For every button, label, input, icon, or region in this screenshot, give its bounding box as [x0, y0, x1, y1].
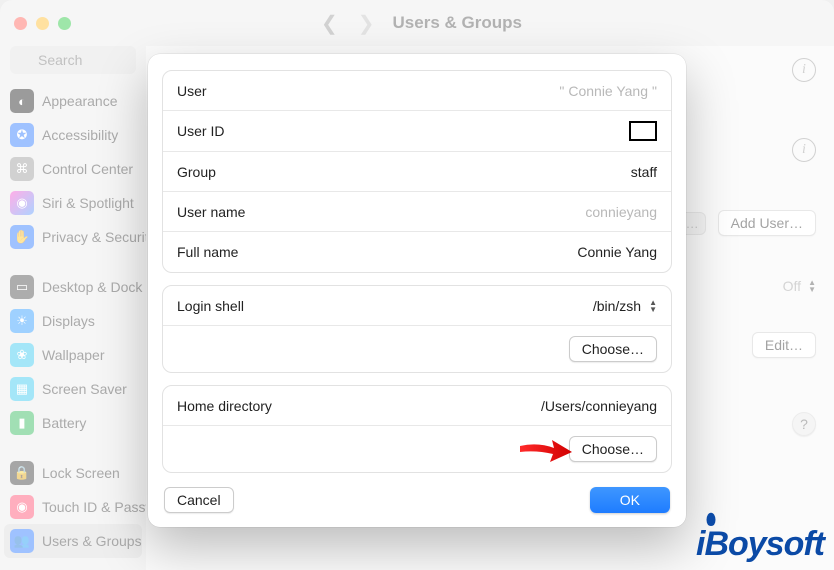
- sheet-footer: Cancel OK: [162, 487, 672, 513]
- home-dir-label: Home directory: [177, 398, 272, 414]
- home-dir-value: /Users/connieyang: [541, 398, 657, 414]
- login-shell-panel: Login shell /bin/zsh ▲▼ Choose…: [162, 285, 672, 373]
- row-group: Group staff: [163, 152, 671, 192]
- group-value: staff: [631, 164, 657, 180]
- row-user-id: User ID: [163, 111, 671, 152]
- login-shell-select[interactable]: /bin/zsh ▲▼: [593, 298, 657, 314]
- row-login-shell-choose: Choose…: [163, 326, 671, 372]
- full-name-label: Full name: [177, 244, 238, 260]
- row-home-dir-choose: Choose…: [163, 426, 671, 472]
- full-name-value[interactable]: Connie Yang: [577, 244, 657, 260]
- modal-overlay: User Connie Yang User ID Group staff Use…: [0, 0, 834, 570]
- choose-home-dir-button[interactable]: Choose…: [569, 436, 657, 462]
- row-full-name: Full name Connie Yang: [163, 232, 671, 272]
- login-shell-label: Login shell: [177, 298, 244, 314]
- ok-button[interactable]: OK: [590, 487, 670, 513]
- advanced-user-sheet: User Connie Yang User ID Group staff Use…: [148, 54, 686, 527]
- row-user: User Connie Yang: [163, 71, 671, 111]
- user-value: Connie Yang: [559, 83, 657, 99]
- home-dir-panel: Home directory /Users/connieyang Choose…: [162, 385, 672, 473]
- user-name-label: User name: [177, 204, 245, 220]
- cancel-button[interactable]: Cancel: [164, 487, 234, 513]
- row-login-shell: Login shell /bin/zsh ▲▼: [163, 286, 671, 326]
- user-label: User: [177, 83, 207, 99]
- user-name-value: connieyang: [585, 204, 657, 220]
- user-id-field[interactable]: [629, 121, 657, 141]
- row-home-dir: Home directory /Users/connieyang: [163, 386, 671, 426]
- settings-window: ❮ ❯ Users & Groups ◐Appearance ✪Accessib…: [0, 0, 834, 570]
- user-id-label: User ID: [177, 123, 224, 139]
- choose-shell-button[interactable]: Choose…: [569, 336, 657, 362]
- group-label: Group: [177, 164, 216, 180]
- row-user-name: User name connieyang: [163, 192, 671, 232]
- user-info-panel: User Connie Yang User ID Group staff Use…: [162, 70, 672, 273]
- chevron-updown-icon: ▲▼: [649, 299, 657, 313]
